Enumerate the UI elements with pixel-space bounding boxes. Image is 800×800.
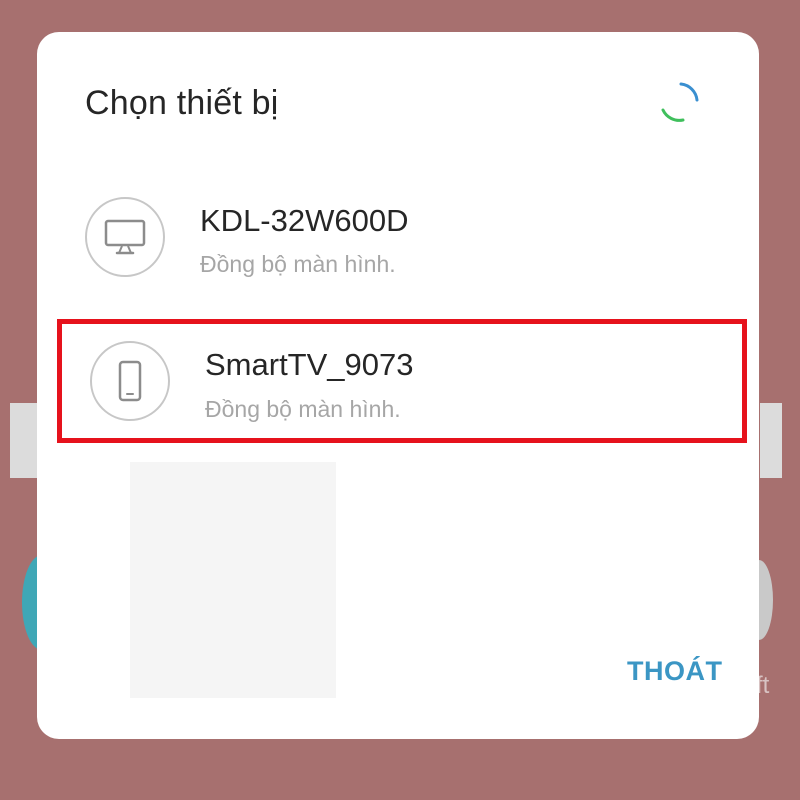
device-subtitle: Đồng bộ màn hình.: [205, 396, 401, 422]
background-panel-left: [10, 403, 40, 478]
device-icon-circle: [90, 341, 170, 421]
loading-spinner-icon: [661, 82, 699, 122]
device-icon-circle: [85, 197, 165, 277]
device-subtitle: Đồng bộ màn hình.: [200, 251, 396, 277]
device-item-smarttv-9073[interactable]: SmartTV_9073 Đồng bộ màn hình.: [57, 319, 747, 443]
choose-device-dialog: Chọn thiết bị KDL-32W600D Đồng bộ màn hì…: [37, 32, 759, 739]
dialog-title: Chọn thiết bị: [85, 84, 279, 122]
phone-icon: [118, 360, 142, 402]
exit-button[interactable]: THOÁT: [627, 656, 722, 687]
empty-placeholder-area: [130, 462, 336, 698]
device-name: KDL-32W600D: [200, 203, 409, 238]
device-name: SmartTV_9073: [205, 347, 414, 382]
tv-icon: [104, 219, 146, 255]
device-item-kdl-32w600d[interactable]: KDL-32W600D Đồng bộ màn hình.: [57, 175, 747, 299]
background-panel-right: [760, 403, 782, 478]
